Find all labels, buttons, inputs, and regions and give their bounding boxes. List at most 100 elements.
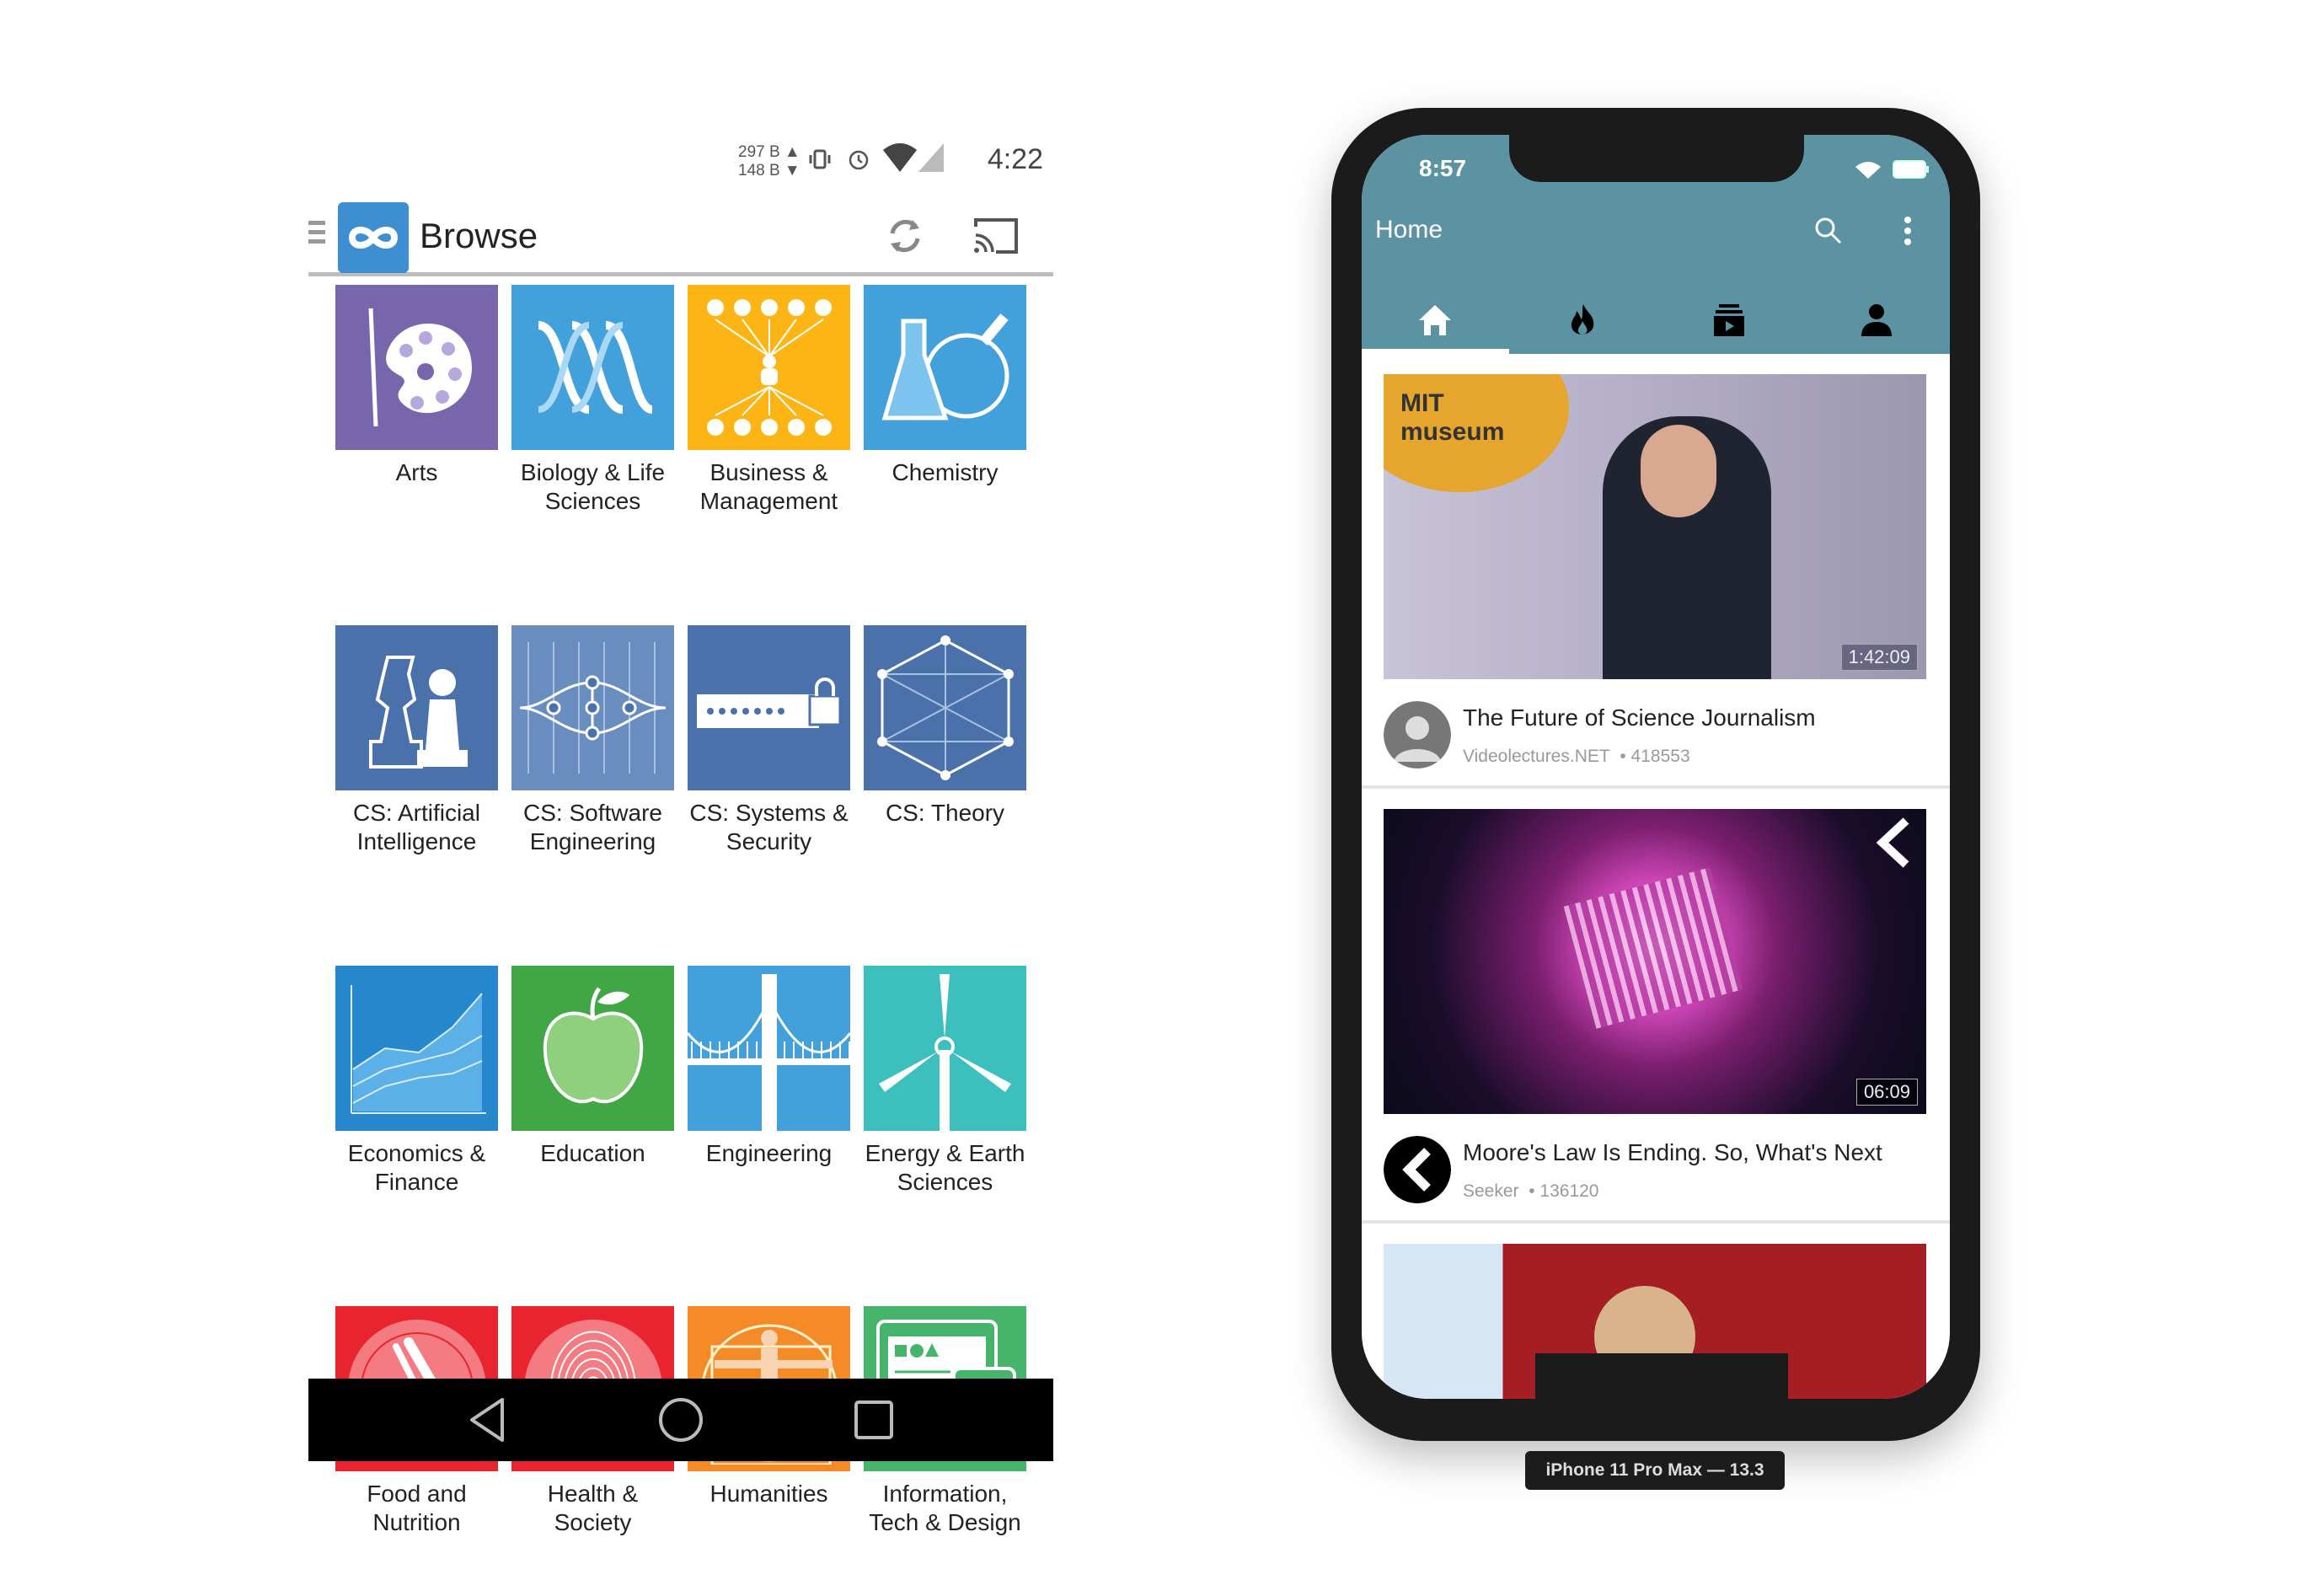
tab-subscriptions[interactable]	[1656, 287, 1803, 354]
circuit-icon	[511, 625, 674, 790]
video-title[interactable]: Moore's Law Is Ending. So, What's Next	[1463, 1139, 1882, 1166]
vibrate-icon	[807, 147, 833, 179]
category-label: Humanities	[709, 1481, 828, 1507]
account-icon	[1861, 304, 1892, 336]
video-card[interactable]	[1362, 1224, 1950, 1399]
page-title: Browse	[420, 216, 538, 255]
menu-icon[interactable]	[308, 221, 325, 249]
category-tile[interactable]: CS: Artificial Intelligence	[335, 625, 498, 856]
category-label: Food and Nutrition	[367, 1481, 467, 1535]
category-label: CS: Artificial Intelligence	[353, 800, 480, 854]
subscriptions-icon	[1714, 304, 1745, 336]
category-tile[interactable]: Business & Management	[688, 285, 850, 516]
download-speed: 148 B ▼	[738, 162, 800, 179]
palette-icon	[335, 285, 498, 450]
category-label: Engineering	[705, 1140, 833, 1166]
network-icon	[688, 285, 850, 450]
category-label: Chemistry	[891, 459, 999, 485]
category-label: CS: Theory	[885, 800, 1005, 826]
apple-icon	[511, 966, 674, 1131]
network-speed: 297 B ▲ 148 B ▼	[738, 143, 800, 180]
status-time: 4:22	[987, 143, 1043, 175]
bridge-icon	[688, 966, 850, 1131]
channel-name[interactable]: Videolectures.NET	[1463, 747, 1610, 766]
category-label: Education	[540, 1140, 645, 1166]
view-count: • 136120	[1529, 1181, 1599, 1201]
category-label: CS: Software Engineering	[523, 800, 662, 854]
category-tile[interactable]: CS: Systems & Security	[688, 625, 850, 856]
category-tile[interactable]: CS: Theory	[864, 625, 1026, 856]
flask-icon	[864, 285, 1026, 450]
recents-icon[interactable]	[853, 1399, 895, 1441]
cast-icon	[974, 218, 1018, 254]
lock-icon	[688, 625, 850, 790]
refresh-icon	[890, 219, 920, 253]
ios-status-time: 8:57	[1419, 155, 1467, 181]
wifi-signal-icon	[881, 142, 945, 182]
android-screen: 297 B ▲ 148 B ▼ 4:22 Browse Arts Biology …	[308, 135, 1053, 1535]
category-label: Business & Management	[699, 459, 838, 514]
category-label: Arts	[395, 459, 438, 485]
category-tile[interactable]: Arts	[335, 285, 498, 516]
category-label: Biology & Life Sciences	[520, 459, 666, 514]
tab-account[interactable]	[1803, 287, 1951, 354]
category-tile[interactable]: Engineering	[688, 966, 850, 1197]
android-nav-bar	[308, 1379, 1053, 1461]
video-feed: MIT museum 1:42:09 The Future of Science …	[1362, 354, 1950, 1399]
channel-avatar[interactable]	[1384, 701, 1451, 769]
android-status-bar: 297 B ▲ 148 B ▼ 4:22	[308, 135, 1053, 189]
upload-speed: 297 B ▲	[738, 143, 800, 161]
category-tile[interactable]: Education	[511, 966, 674, 1197]
tab-bar	[1362, 287, 1950, 354]
fire-icon	[1571, 304, 1594, 335]
view-count: • 418553	[1620, 747, 1690, 766]
dna-icon	[511, 285, 674, 450]
category-label: Information, Tech & Design	[869, 1481, 1021, 1535]
back-icon[interactable]	[467, 1396, 509, 1443]
iphone-frame: 8:57 Home MIT museum 1:42:09 The Future …	[1331, 108, 1980, 1441]
refresh-button[interactable]	[880, 211, 930, 261]
graph-icon	[864, 625, 1026, 790]
category-tile[interactable]: Biology & Life Sciences	[511, 285, 674, 516]
category-tile[interactable]: Energy & Earth Sciences	[864, 966, 1026, 1197]
iphone-screen: 8:57 Home MIT museum 1:42:09 The Future …	[1362, 135, 1950, 1399]
wifi-icon	[1855, 162, 1881, 179]
home-icon[interactable]	[657, 1396, 704, 1443]
video-title[interactable]: The Future of Science Journalism	[1463, 704, 1816, 731]
category-label: Economics & Finance	[347, 1140, 486, 1195]
home-tab-icon	[1419, 305, 1452, 335]
category-label: Health & Society	[547, 1481, 639, 1535]
category-label: Energy & Earth Sciences	[865, 1140, 1025, 1195]
category-tile[interactable]: Chemistry	[864, 285, 1026, 516]
device-label: iPhone 11 Pro Max — 13.3	[1525, 1451, 1785, 1490]
video-duration: 1:42:09	[1840, 644, 1918, 671]
category-grid: Arts Biology & Life Sciences Business & Ma…	[335, 285, 1026, 1537]
tab-home[interactable]	[1362, 287, 1509, 354]
cast-button[interactable]	[971, 211, 1021, 261]
mit-museum-logo: MIT museum	[1400, 389, 1505, 446]
header-title: Home	[1375, 216, 1443, 244]
video-thumbnail[interactable]: 06:09	[1384, 809, 1926, 1114]
video-card[interactable]: MIT museum 1:42:09 The Future of Science …	[1362, 354, 1950, 789]
category-tile[interactable]: Economics & Finance	[335, 966, 498, 1197]
category-label: CS: Systems & Security	[689, 800, 849, 854]
app-toolbar: Browse	[308, 192, 1053, 276]
windmill-icon	[864, 966, 1026, 1131]
battery-icon	[1893, 160, 1929, 179]
video-duration: 06:09	[1855, 1079, 1918, 1106]
category-tile[interactable]: CS: Software Engineering	[511, 625, 674, 856]
seeker-logo-icon	[1876, 817, 1909, 868]
chart-icon	[335, 966, 498, 1131]
video-thumbnail[interactable]	[1384, 1244, 1926, 1399]
chess-icon	[335, 625, 498, 790]
search-icon[interactable]	[1813, 216, 1844, 246]
channel-name[interactable]: Seeker	[1463, 1181, 1519, 1201]
notch	[1509, 135, 1804, 182]
app-logo-infinity-icon	[338, 202, 409, 273]
more-options-icon[interactable]	[1903, 216, 1913, 246]
alarm-icon	[846, 147, 871, 179]
tab-trending[interactable]	[1509, 287, 1657, 354]
channel-avatar[interactable]	[1384, 1136, 1451, 1203]
video-card[interactable]: 06:09 Moore's Law Is Ending. So, What's …	[1362, 789, 1950, 1224]
video-thumbnail[interactable]: MIT museum 1:42:09	[1384, 374, 1926, 679]
